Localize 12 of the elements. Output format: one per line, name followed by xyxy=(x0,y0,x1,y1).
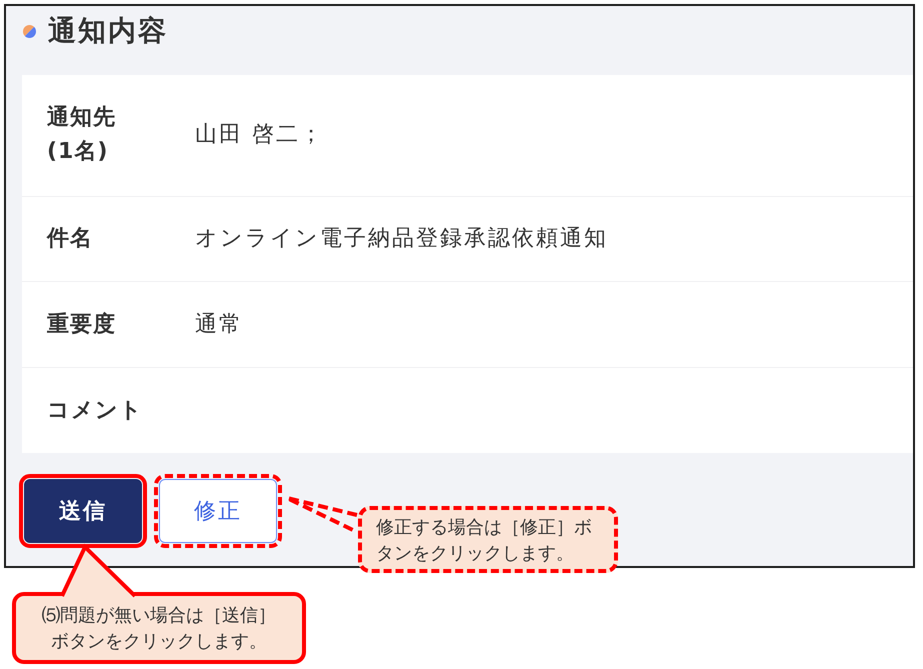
two-tone-dot-icon xyxy=(23,25,36,38)
field-label: 重要度 xyxy=(47,310,117,339)
callout-note: 修正する場合は［修正］ボタンをクリックします。 xyxy=(358,506,618,573)
primary-button[interactable]: 送信 xyxy=(24,479,142,543)
field-value: 山田 啓二； xyxy=(195,121,324,150)
secondary-button[interactable]: 修正 xyxy=(159,479,277,543)
field-value: 通常 xyxy=(195,310,243,339)
section-title: 通知内容 xyxy=(48,13,168,49)
field-label: 通知先 (1名) xyxy=(47,104,117,166)
field-value: オンライン電子納品登録承認依頼通知 xyxy=(195,225,608,254)
field-label: コメント xyxy=(47,396,144,425)
field-label: 件名 xyxy=(47,225,94,254)
